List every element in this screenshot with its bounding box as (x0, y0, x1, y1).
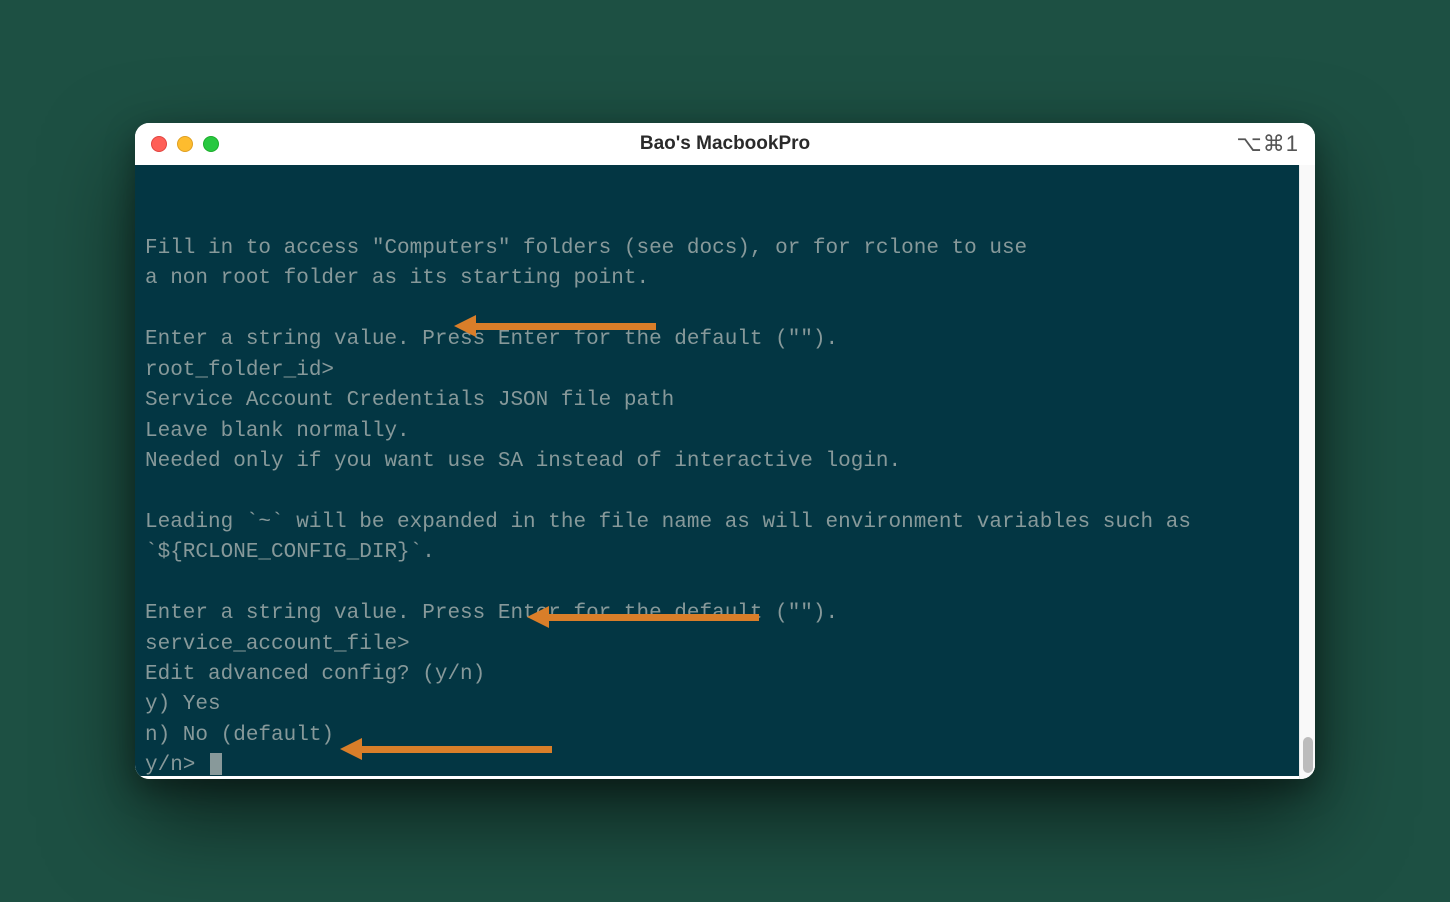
maximize-button[interactable] (203, 136, 219, 152)
window-title: Bao's MacbookPro (135, 133, 1315, 155)
terminal-line: `${RCLONE_CONFIG_DIR}`. (145, 538, 1298, 568)
terminal-window: Bao's MacbookPro ⌥⌘1 Fill in to access "… (135, 123, 1315, 779)
terminal-line: Leave blank normally. (145, 417, 1298, 447)
terminal-line: Leading `~` will be expanded in the file… (145, 508, 1298, 538)
terminal-line: Needed only if you want use SA instead o… (145, 447, 1298, 477)
traffic-lights (151, 136, 219, 152)
terminal-line: Enter a string value. Press Enter for th… (145, 325, 1298, 355)
scrollbar-track[interactable] (1299, 165, 1315, 779)
terminal-line: Fill in to access "Computers" folders (s… (145, 234, 1298, 264)
terminal-output[interactable]: Fill in to access "Computers" folders (s… (135, 165, 1312, 776)
terminal-container: Fill in to access "Computers" folders (s… (135, 165, 1315, 779)
terminal-line: Service Account Credentials JSON file pa… (145, 386, 1298, 416)
window-titlebar[interactable]: Bao's MacbookPro ⌥⌘1 (135, 123, 1315, 165)
terminal-line: service_account_file> (145, 630, 1298, 660)
terminal-line (145, 295, 1298, 325)
terminal-line: a non root folder as its starting point. (145, 264, 1298, 294)
close-button[interactable] (151, 136, 167, 152)
terminal-line: Enter a string value. Press Enter for th… (145, 599, 1298, 629)
minimize-button[interactable] (177, 136, 193, 152)
terminal-line: Edit advanced config? (y/n) (145, 660, 1298, 690)
terminal-line: n) No (default) (145, 721, 1298, 751)
terminal-line (145, 477, 1298, 507)
terminal-line: y/n> (145, 751, 1298, 776)
terminal-line (145, 569, 1298, 599)
keyboard-shortcut-label: ⌥⌘1 (1236, 131, 1299, 157)
scrollbar-thumb[interactable] (1303, 737, 1313, 773)
cursor (210, 753, 222, 775)
terminal-line: root_folder_id> (145, 356, 1298, 386)
terminal-line: y) Yes (145, 690, 1298, 720)
